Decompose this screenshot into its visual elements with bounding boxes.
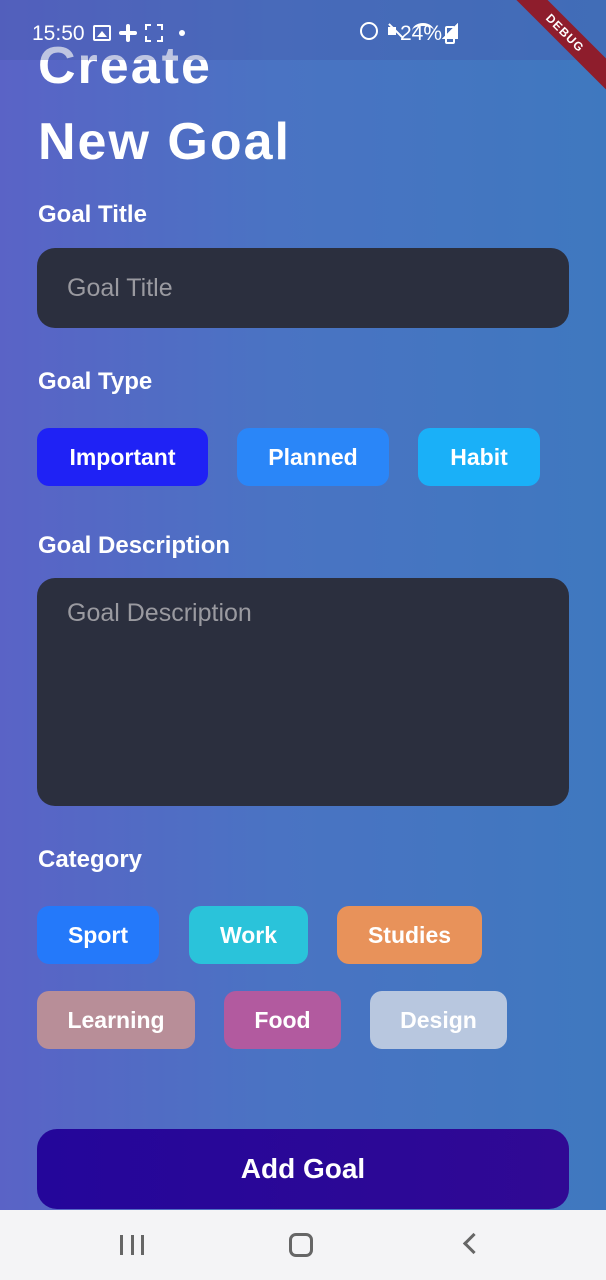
category-work-chip[interactable]: Work	[189, 906, 308, 964]
back-icon[interactable]	[462, 1232, 485, 1255]
add-goal-button[interactable]: Add Goal	[37, 1129, 569, 1209]
battery-percent: 24%	[400, 22, 443, 45]
grid-icon	[145, 24, 163, 42]
goal-type-planned-chip[interactable]: Planned	[237, 428, 389, 486]
page-title-line-2: New Goal	[38, 113, 291, 171]
slack-icon	[119, 24, 137, 42]
status-bar: 15:50 24%	[0, 0, 606, 60]
home-icon[interactable]	[289, 1233, 313, 1257]
status-time: 15:50	[32, 22, 85, 45]
status-notification-icons	[93, 24, 185, 42]
category-label: Category	[38, 846, 143, 873]
category-food-chip[interactable]: Food	[224, 991, 341, 1049]
dot-icon	[179, 30, 185, 36]
battery-icon	[445, 26, 455, 44]
goal-type-habit-chip[interactable]: Habit	[418, 428, 540, 486]
recents-icon[interactable]	[120, 1235, 144, 1255]
category-sport-chip[interactable]: Sport	[37, 906, 159, 964]
system-nav-bar	[0, 1210, 606, 1280]
category-learning-chip[interactable]: Learning	[37, 991, 195, 1049]
goal-type-important-chip[interactable]: Important	[37, 428, 208, 486]
alarm-icon	[360, 22, 378, 40]
category-design-chip[interactable]: Design	[370, 991, 507, 1049]
category-studies-chip[interactable]: Studies	[337, 906, 482, 964]
goal-description-label: Goal Description	[38, 532, 231, 559]
image-icon	[93, 25, 111, 41]
goal-title-label: Goal Title	[38, 201, 147, 228]
goal-description-input[interactable]	[37, 578, 569, 806]
goal-title-input[interactable]	[37, 248, 569, 328]
goal-type-label: Goal Type	[38, 368, 153, 395]
